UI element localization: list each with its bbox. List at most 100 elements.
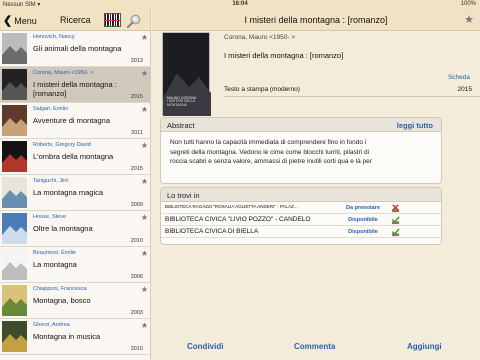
search-results-pane: ❮ Menu Ricerca Honovich, Nancy Gli animali… bbox=[0, 10, 151, 360]
search-icon[interactable] bbox=[126, 13, 142, 29]
abstract-header: Abstract leggi tutto bbox=[161, 118, 441, 132]
result-author: Chiapponi, Francesca bbox=[33, 286, 87, 292]
back-label: Menu bbox=[14, 16, 37, 26]
favorite-star-icon[interactable]: ★ bbox=[141, 285, 148, 294]
result-author: Roberts, Gregory David bbox=[33, 142, 91, 148]
share-button[interactable]: Condividi bbox=[187, 342, 223, 351]
result-title: La montagna bbox=[33, 260, 77, 269]
book-thumbnail bbox=[2, 249, 27, 280]
available-icon bbox=[391, 228, 400, 237]
favorite-star-icon[interactable]: ★ bbox=[464, 13, 474, 26]
abstract-line: segreti della montagna. Vedono le cime c… bbox=[170, 148, 370, 156]
book-title: I misteri della montagna : [romanzo] bbox=[224, 51, 344, 60]
result-title: Montagna in musica bbox=[33, 332, 101, 341]
result-year: 2011 bbox=[131, 130, 143, 136]
left-nav-title: Ricerca bbox=[60, 15, 91, 25]
results-list: Honovich, Nancy Gli animali della montagn… bbox=[0, 31, 150, 355]
result-title: L'ombra della montagna bbox=[33, 152, 114, 161]
book-thumbnail bbox=[2, 321, 27, 352]
favorite-star-icon[interactable]: ★ bbox=[141, 141, 148, 150]
result-author: Salgari, Emilio bbox=[33, 106, 69, 112]
scheda-link[interactable]: Scheda bbox=[448, 74, 470, 81]
book-author[interactable]: Corona, Mauro <1950- > bbox=[224, 34, 295, 41]
abstract-line: roccia scabri e senza valore, ammassi di… bbox=[170, 158, 372, 165]
availability-panel: Lo trovi in BIBLIOTECA RAGAZZI "ROSALIA … bbox=[160, 187, 442, 245]
library-name: BIBLIOTECA RAGAZZI "ROSALIA AGLIETTA AND… bbox=[165, 204, 298, 209]
book-thumbnail bbox=[2, 213, 27, 244]
book-thumbnail bbox=[2, 141, 27, 172]
result-title: Gli animali della montagna bbox=[33, 44, 122, 53]
status-bar: Nessun SIM ▾ 16:04 100% bbox=[0, 0, 480, 10]
barcode-scan-icon[interactable] bbox=[104, 13, 121, 27]
result-author: Corona, Mauro <1950- > bbox=[33, 70, 94, 76]
result-year: 2013 bbox=[130, 58, 143, 64]
result-row[interactable]: House, Steve Oltre la montagna 2010 ★ bbox=[0, 211, 150, 247]
result-row[interactable]: Salgari, Emilio Avventure di montagna 2011… bbox=[0, 103, 150, 139]
result-row[interactable]: Honovich, Nancy Gli animali della montagn… bbox=[0, 31, 150, 67]
book-cover: MAURO CORONA I MISTERI DELLA MONTAGNA bbox=[162, 32, 211, 116]
result-author: Beaumont, Émilie bbox=[33, 250, 77, 256]
result-row[interactable]: Corona, Mauro <1950- > I misteri della mo… bbox=[0, 67, 150, 103]
abstract-panel: Abstract leggi tutto Non tutti hanno la … bbox=[160, 117, 442, 184]
battery-indicator: 100% bbox=[460, 1, 476, 7]
publication-year: 2015 bbox=[457, 86, 472, 93]
result-author: Gherzi, Andrea bbox=[33, 322, 70, 328]
result-author: Taniguchi, Jirō bbox=[33, 178, 69, 184]
result-row[interactable]: Gherzi, Andrea Montagna in musica 2010 ★ bbox=[0, 319, 150, 355]
favorite-star-icon[interactable]: ★ bbox=[141, 321, 148, 330]
result-row[interactable]: Taniguchi, Jirō La montagna magica 2009 ★ bbox=[0, 175, 150, 211]
favorite-star-icon[interactable]: ★ bbox=[141, 213, 148, 222]
result-year: 2003 bbox=[130, 310, 143, 316]
availability-label: Lo trovi in bbox=[167, 191, 200, 200]
detail-pane: I misteri della montagna : [romanzo] ★ M… bbox=[152, 10, 480, 360]
availability-header: Lo trovi in bbox=[161, 188, 441, 202]
library-row[interactable]: BIBLIOTECA CIVICA "LIVIO POZZO" - CANDEL… bbox=[161, 214, 441, 226]
result-year: 2010 bbox=[130, 238, 143, 244]
add-button[interactable]: Aggiungi bbox=[407, 342, 442, 351]
favorite-star-icon[interactable]: ★ bbox=[141, 177, 148, 186]
material-type: Testo a stampa (moderno) bbox=[224, 86, 300, 93]
library-name: BIBLIOTECA CIVICA DI BIELLA bbox=[165, 228, 259, 235]
result-title: I misteri della montagna : [romanzo] bbox=[33, 80, 117, 98]
favorite-star-icon[interactable]: ★ bbox=[141, 105, 148, 114]
library-name: BIBLIOTECA CIVICA "LIVIO POZZO" - CANDEL… bbox=[165, 216, 311, 223]
result-title: Oltre la montagna bbox=[33, 224, 93, 233]
left-nav-bar: ❮ Menu Ricerca bbox=[0, 10, 150, 31]
book-thumbnail bbox=[2, 69, 27, 100]
action-toolbar: Condividi Commenta Aggiungi bbox=[152, 340, 480, 360]
result-title: La montagna magica bbox=[33, 188, 104, 197]
abstract-text: Non tutti hanno la capacità immediata di… bbox=[161, 132, 441, 167]
library-list: BIBLIOTECA RAGAZZI "ROSALIA AGLIETTA AND… bbox=[161, 202, 441, 238]
read-all-link[interactable]: leggi tutto bbox=[397, 121, 433, 130]
result-year: 2006 bbox=[130, 274, 143, 280]
back-button[interactable]: ❮ Menu bbox=[3, 14, 37, 27]
favorite-star-icon[interactable]: ★ bbox=[141, 249, 148, 258]
result-row[interactable]: Chiapponi, Francesca Montagna, bosco 2003 ★ bbox=[0, 283, 150, 319]
book-thumbnail bbox=[2, 285, 27, 316]
availability-status[interactable]: Disponibile bbox=[336, 217, 390, 223]
library-row[interactable]: BIBLIOTECA RAGAZZI "ROSALIA AGLIETTA AND… bbox=[161, 202, 441, 214]
detail-nav-bar: I misteri della montagna : [romanzo] ★ bbox=[152, 10, 480, 31]
result-row[interactable]: Roberts, Gregory David L'ombra della mont… bbox=[0, 139, 150, 175]
abstract-line: Non tutti hanno la capacità immediata di… bbox=[170, 139, 367, 146]
favorite-star-icon[interactable]: ★ bbox=[141, 33, 148, 42]
result-author: Honovich, Nancy bbox=[33, 34, 75, 40]
favorite-star-icon[interactable]: ★ bbox=[141, 69, 148, 78]
result-year: 2015 bbox=[130, 166, 143, 172]
result-author: House, Steve bbox=[33, 214, 67, 220]
result-title: Montagna, bosco bbox=[33, 296, 91, 305]
clock: 16:04 bbox=[232, 1, 248, 7]
detail-nav-title: I misteri della montagna : [romanzo] bbox=[244, 15, 388, 25]
result-year: 2010 bbox=[130, 346, 143, 352]
availability-status[interactable]: Da prenotare bbox=[336, 205, 390, 211]
available-icon bbox=[391, 216, 400, 225]
result-year: 2009 bbox=[130, 202, 143, 208]
library-row[interactable]: BIBLIOTECA CIVICA DI BIELLA Disponibile bbox=[161, 226, 441, 238]
comment-button[interactable]: Commenta bbox=[294, 342, 335, 351]
result-row[interactable]: Beaumont, Émilie La montagna 2006 ★ bbox=[0, 247, 150, 283]
availability-status[interactable]: Disponibile bbox=[336, 229, 390, 235]
divider bbox=[224, 96, 480, 97]
abstract-label: Abstract bbox=[167, 121, 195, 130]
result-title: Avventure di montagna bbox=[33, 116, 110, 125]
chevron-left-icon: ❮ bbox=[3, 15, 13, 27]
